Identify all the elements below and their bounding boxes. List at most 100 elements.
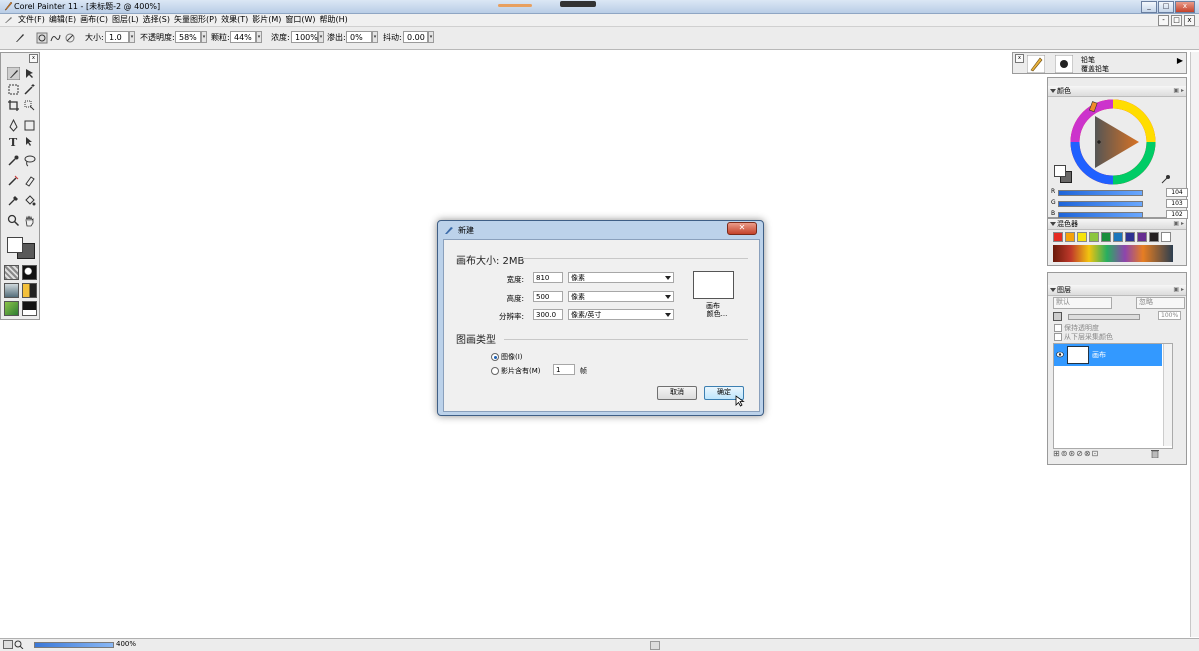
- rectangular-selection-icon[interactable]: [7, 83, 20, 96]
- red-slider[interactable]: R 104: [1051, 188, 1188, 197]
- rectangle-shape-icon[interactable]: [23, 119, 36, 132]
- zoom-icon[interactable]: [14, 640, 24, 649]
- brush-menu-arrow-icon[interactable]: ▶: [1177, 56, 1183, 65]
- pencil-category-icon[interactable]: [1027, 55, 1045, 73]
- menu-item[interactable]: 窗口(W): [285, 15, 319, 25]
- nozzle-selector-icon[interactable]: [4, 301, 19, 316]
- mixer-color-swatch[interactable]: [1089, 232, 1099, 242]
- resolution-input[interactable]: 300.0: [533, 309, 563, 320]
- cancel-button[interactable]: 取消: [657, 386, 697, 400]
- red-value[interactable]: 104: [1166, 188, 1188, 197]
- mixer-color-swatch[interactable]: [1053, 232, 1063, 242]
- layer-opacity-slider[interactable]: [1068, 314, 1140, 320]
- movie-radio[interactable]: [491, 367, 499, 375]
- mixer-color-swatch[interactable]: [1149, 232, 1159, 242]
- doc-minimize-icon[interactable]: -: [1158, 15, 1169, 26]
- transform-icon[interactable]: [23, 99, 36, 112]
- paper-color-label[interactable]: 颜色...: [697, 309, 737, 319]
- brush-bar-close-icon[interactable]: x: [1015, 54, 1024, 63]
- opacity-input[interactable]: 58%: [175, 31, 201, 43]
- zoom-level[interactable]: 400%: [116, 640, 136, 649]
- brush-variant-label[interactable]: 覆盖铅笔: [1081, 64, 1109, 74]
- maximize-button[interactable]: □: [1158, 1, 1174, 13]
- weave-selector-icon[interactable]: [22, 301, 37, 316]
- mixer-panel-header[interactable]: 混色器 ▣ ▸: [1048, 219, 1186, 230]
- grain-input[interactable]: 44%: [230, 31, 256, 43]
- menu-item[interactable]: 矢量图形(P): [174, 15, 221, 25]
- image-radio[interactable]: [491, 353, 499, 361]
- eraser-icon[interactable]: [23, 174, 36, 187]
- blue-slider[interactable]: B 102: [1051, 210, 1188, 219]
- resaturation-spinner[interactable]: ▾: [318, 31, 324, 43]
- panel-menu-icon[interactable]: ▣ ▸: [1173, 286, 1184, 293]
- paper-selector-icon[interactable]: [4, 265, 19, 280]
- layer-list-scrollbar[interactable]: [1163, 344, 1172, 446]
- toolbox-close-icon[interactable]: x: [29, 54, 38, 63]
- clone-color-icon[interactable]: [1160, 174, 1170, 184]
- menu-item[interactable]: 帮助(H): [320, 15, 352, 25]
- minimize-button[interactable]: _: [1141, 1, 1157, 13]
- brush-tool-icon[interactable]: [14, 32, 26, 44]
- paint-bucket-icon[interactable]: [23, 194, 36, 207]
- size-spinner[interactable]: ▾: [129, 31, 135, 43]
- menu-item[interactable]: 效果(T): [221, 15, 252, 25]
- layers-panel-header[interactable]: 图层 ▣ ▸: [1048, 285, 1186, 296]
- layer-row-canvas[interactable]: 画布: [1054, 344, 1162, 366]
- scratch-icon[interactable]: [3, 640, 13, 649]
- layer-adjuster-icon[interactable]: [23, 67, 36, 80]
- bleed-spinner[interactable]: ▾: [372, 31, 378, 43]
- document-icon[interactable]: [4, 16, 13, 24]
- freehand-stroke-icon[interactable]: [49, 32, 61, 44]
- gradient-selector-icon[interactable]: [22, 283, 37, 298]
- cloner-tool-icon[interactable]: [7, 174, 20, 187]
- resaturation-input[interactable]: 100%: [291, 31, 318, 43]
- dropper-tool-icon[interactable]: [7, 154, 20, 167]
- width-unit-select[interactable]: 像素: [568, 272, 674, 283]
- grabber-hand-icon[interactable]: [23, 214, 36, 227]
- mixer-color-swatch[interactable]: [1077, 232, 1087, 242]
- brush-variant-icon[interactable]: [1055, 55, 1073, 73]
- shape-selection-icon[interactable]: [23, 135, 36, 148]
- composite-method-select[interactable]: 默认: [1053, 297, 1112, 309]
- pattern-selector-icon[interactable]: [22, 265, 37, 280]
- frames-input[interactable]: 1: [553, 364, 575, 375]
- paper-color-swatch[interactable]: [693, 271, 734, 299]
- zoom-slider[interactable]: [34, 642, 114, 648]
- canvas-vertical-scrollbar[interactable]: [1190, 52, 1199, 637]
- menu-item[interactable]: 选择(S): [143, 15, 174, 25]
- mixer-color-swatch[interactable]: [1137, 232, 1147, 242]
- jitter-spinner[interactable]: ▾: [428, 31, 434, 43]
- green-value[interactable]: 103: [1166, 199, 1188, 208]
- layer-command-icons[interactable]: ⊞⊚⊛⊘⊗⊡: [1053, 449, 1099, 458]
- composite-depth-select[interactable]: 忽略: [1136, 297, 1185, 309]
- panel-menu-icon[interactable]: ▣ ▸: [1173, 87, 1184, 94]
- eye-icon[interactable]: [1056, 351, 1064, 358]
- lasso-icon[interactable]: [23, 154, 36, 167]
- layer-opacity-value[interactable]: 100%: [1158, 311, 1182, 320]
- panel-menu-icon[interactable]: ▣ ▸: [1173, 220, 1184, 227]
- magnifier-icon[interactable]: [7, 214, 20, 227]
- trash-icon[interactable]: [1151, 449, 1159, 458]
- green-slider[interactable]: G 103: [1051, 199, 1188, 208]
- dropper-icon[interactable]: [7, 194, 20, 207]
- mixer-pad[interactable]: [1053, 245, 1173, 262]
- opacity-spinner[interactable]: ▾: [201, 31, 207, 43]
- close-button[interactable]: x: [1175, 1, 1195, 13]
- menu-item[interactable]: 文件(F): [18, 15, 49, 25]
- pick-up-color-checkbox[interactable]: [1054, 333, 1062, 341]
- main-color-swatch[interactable]: [7, 237, 23, 253]
- look-selector-icon[interactable]: [4, 283, 19, 298]
- mixer-color-swatch[interactable]: [1161, 232, 1171, 242]
- resolution-unit-select[interactable]: 像素/英寸: [568, 309, 674, 320]
- crop-icon[interactable]: [7, 99, 20, 112]
- height-unit-select[interactable]: 像素: [568, 291, 674, 302]
- jitter-input[interactable]: 0.00: [403, 31, 428, 43]
- height-input[interactable]: 500: [533, 291, 563, 302]
- pen-tool-icon[interactable]: [7, 119, 20, 132]
- mixer-color-swatch[interactable]: [1065, 232, 1075, 242]
- bleed-input[interactable]: 0%: [346, 31, 372, 43]
- menu-item[interactable]: 影片(M): [252, 15, 285, 25]
- straight-line-icon[interactable]: [64, 32, 76, 44]
- menu-item[interactable]: 图层(L): [112, 15, 143, 25]
- mixer-color-swatch[interactable]: [1125, 232, 1135, 242]
